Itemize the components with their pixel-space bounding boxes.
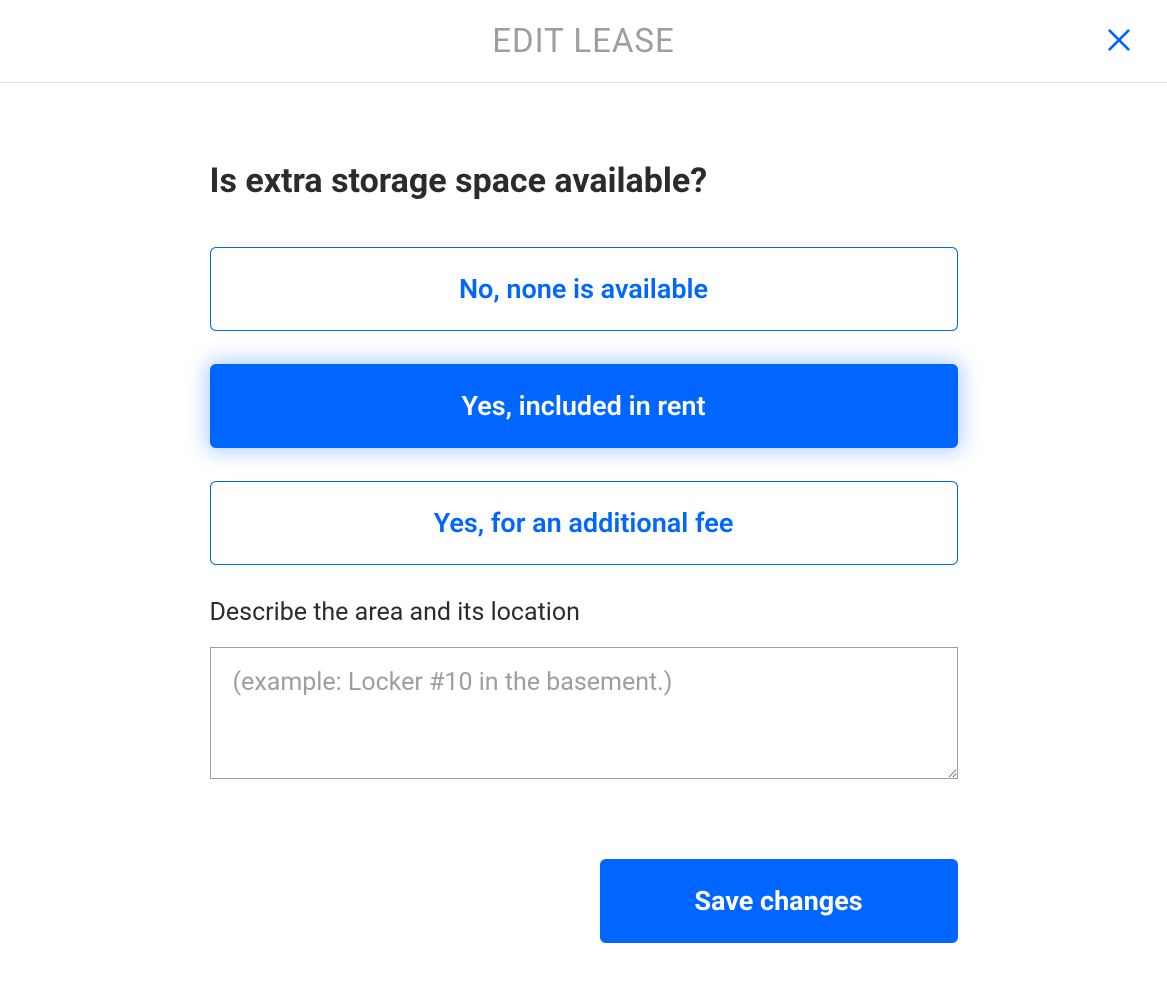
close-icon [1103,24,1135,56]
option-no-none[interactable]: No, none is available [210,247,958,331]
modal-header: EDIT LEASE [0,0,1167,83]
option-yes-additional-fee[interactable]: Yes, for an additional fee [210,481,958,565]
option-yes-included[interactable]: Yes, included in rent [210,364,958,448]
modal-footer: Save changes [210,859,958,943]
modal-content: Is extra storage space available? No, no… [210,83,958,943]
describe-input[interactable] [210,647,958,779]
save-button[interactable]: Save changes [600,859,958,943]
describe-label: Describe the area and its location [210,598,958,627]
question-heading: Is extra storage space available? [210,161,958,201]
close-button[interactable] [1101,22,1137,58]
modal-title: EDIT LEASE [492,22,675,61]
